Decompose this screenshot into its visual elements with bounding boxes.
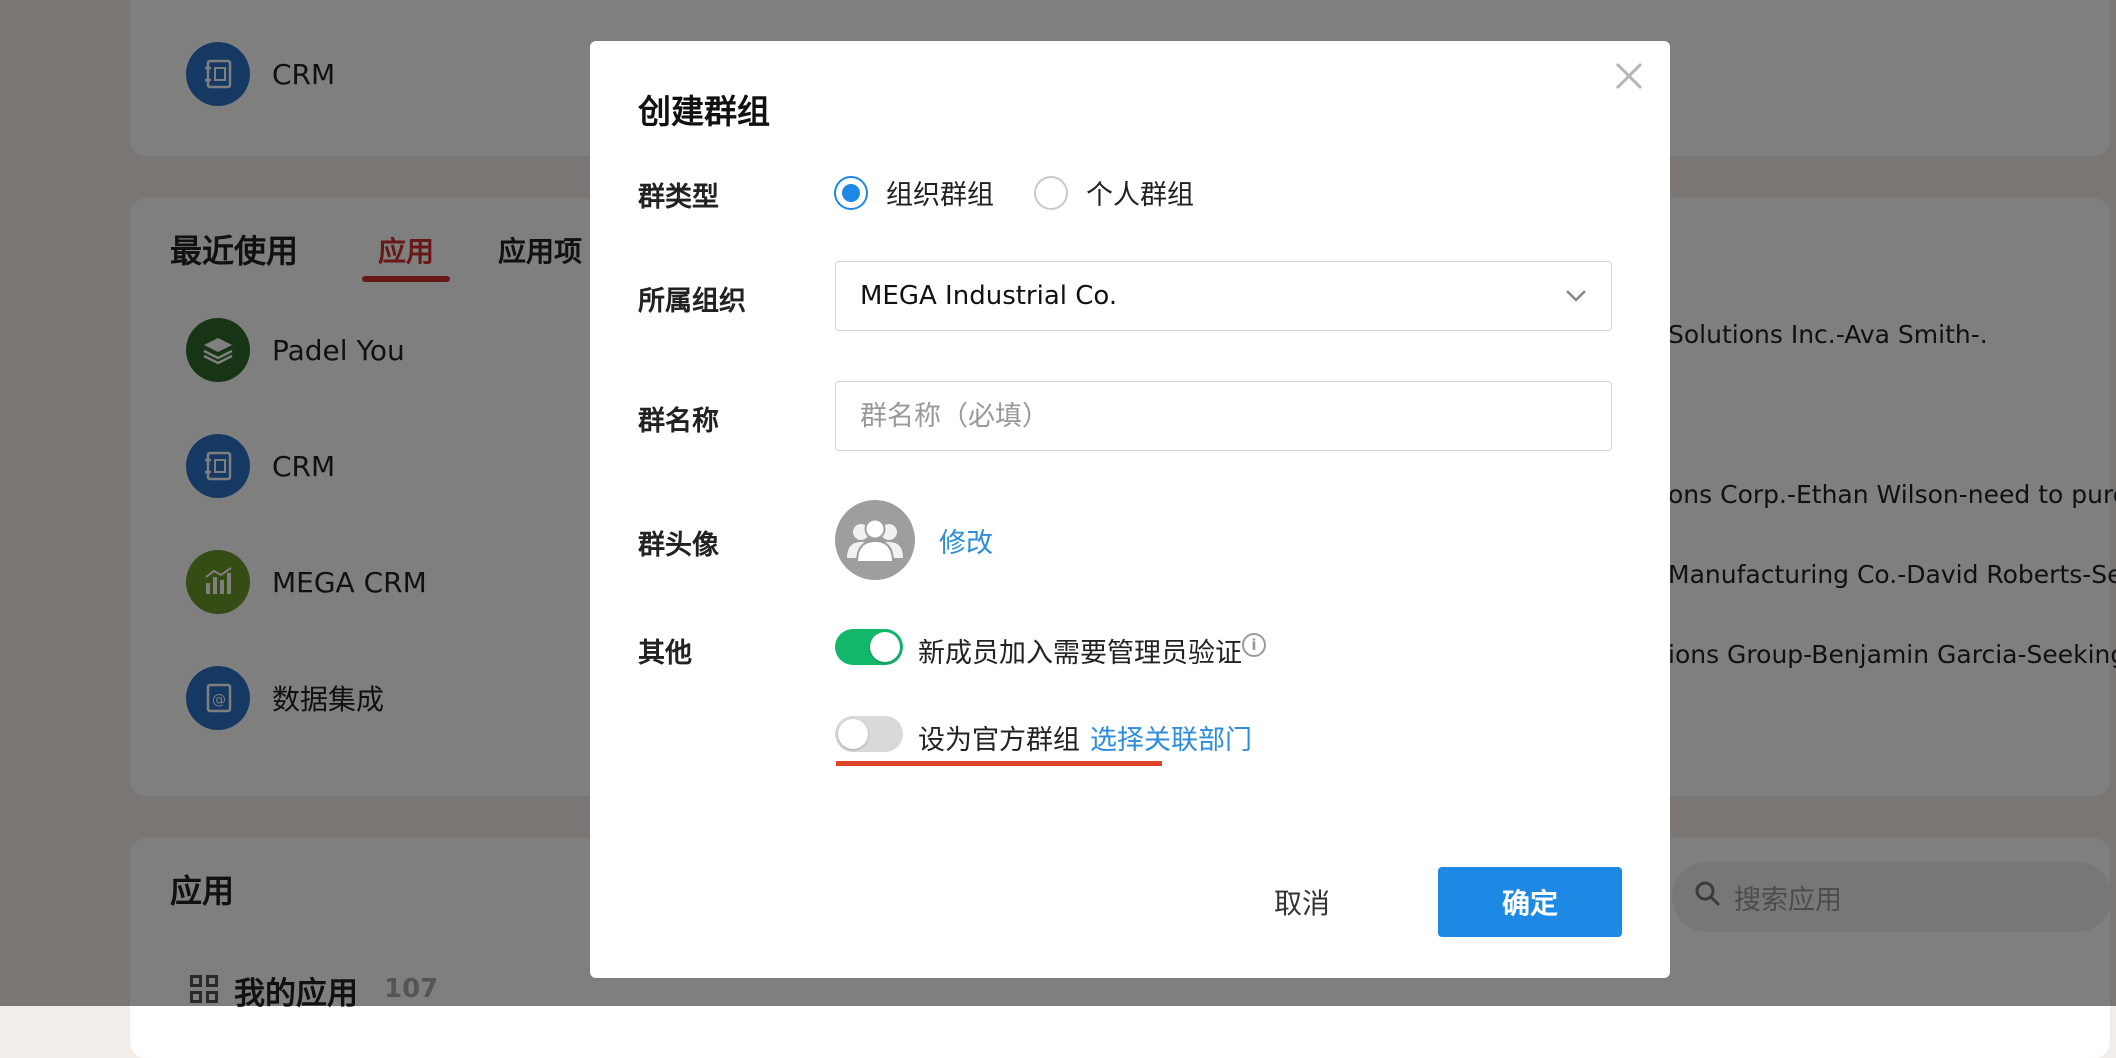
organization-label: 所属组织 [638, 286, 746, 317]
admin-verify-switch[interactable] [835, 629, 903, 665]
confirm-button[interactable]: 确定 [1438, 867, 1622, 937]
edit-avatar-link[interactable]: 修改 [939, 521, 993, 560]
official-group-text: 设为官方群组 [918, 725, 1080, 756]
radio-checked-icon [834, 175, 868, 210]
radio-label: 组织群组 [886, 180, 994, 211]
group-type-label: 群类型 [638, 182, 719, 213]
highlight-underline [836, 761, 1162, 766]
create-group-dialog: 创建群组 群类型 组织群组 个人群组 所属组织 MEGA Industrial … [590, 41, 1670, 978]
avatar-label: 群头像 [638, 530, 719, 561]
group-avatar [835, 500, 915, 580]
radio-personal-group[interactable]: 个人群组 [1034, 173, 1194, 212]
group-people-icon [847, 518, 903, 563]
admin-verify-text: 新成员加入需要管理员验证 [918, 638, 1242, 669]
close-button[interactable] [1608, 55, 1650, 97]
group-name-input[interactable] [835, 381, 1612, 451]
radio-org-group[interactable]: 组织群组 [834, 173, 994, 212]
dialog-title: 创建群组 [638, 92, 770, 131]
info-icon[interactable]: i [1242, 633, 1266, 657]
other-label: 其他 [638, 638, 692, 669]
group-name-label: 群名称 [638, 406, 719, 437]
group-type-radio-group: 组织群组 个人群组 [834, 173, 1234, 212]
chevron-down-icon [1566, 290, 1586, 302]
radio-label: 个人群组 [1086, 180, 1194, 211]
radio-unchecked-icon [1034, 175, 1068, 210]
official-group-switch[interactable] [835, 716, 903, 752]
close-icon [1615, 62, 1643, 90]
select-department-link[interactable]: 选择关联部门 [1090, 718, 1252, 757]
organization-select[interactable]: MEGA Industrial Co. [835, 261, 1612, 331]
organization-value: MEGA Industrial Co. [860, 281, 1118, 311]
cancel-button[interactable]: 取消 [1242, 867, 1362, 937]
